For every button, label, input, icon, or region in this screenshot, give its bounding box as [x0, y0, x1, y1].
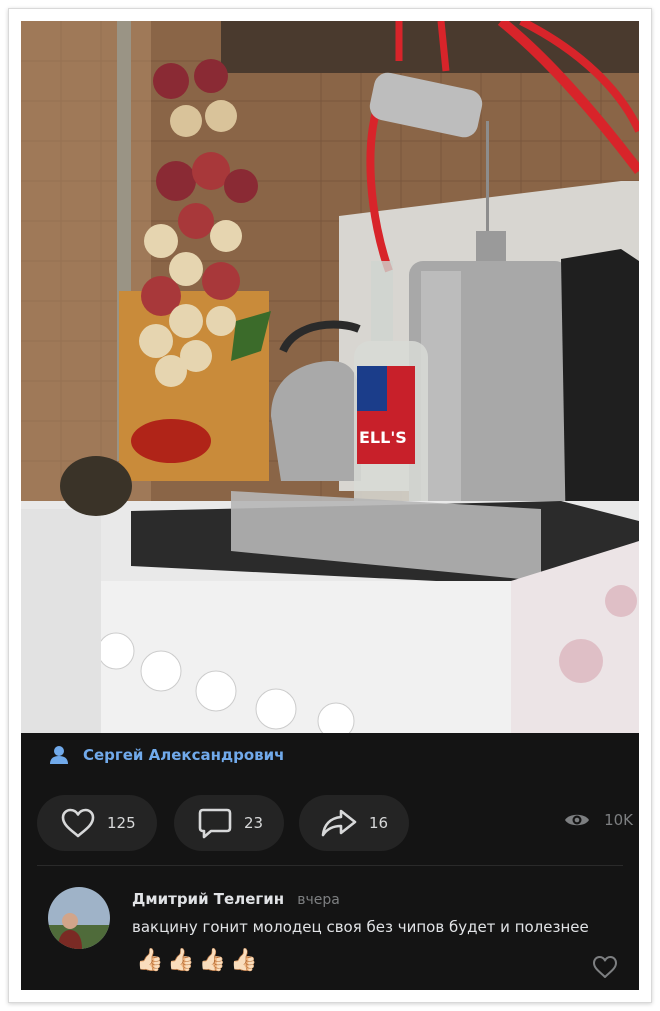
like-count: 125	[107, 814, 136, 832]
bottle-label-text: ELL'S	[359, 428, 407, 447]
share-arrow-icon	[321, 809, 357, 837]
eye-icon	[565, 814, 590, 826]
like-button[interactable]: 125	[37, 795, 157, 851]
share-count: 16	[369, 814, 389, 832]
comment-icon	[198, 808, 232, 839]
avatar[interactable]	[48, 887, 110, 949]
comment-text-block: вакцину гонит молодец своя без чипов буд…	[132, 910, 602, 979]
divider	[37, 865, 623, 866]
share-button[interactable]: 16	[299, 795, 409, 851]
post-photo[interactable]: ELL'S	[21, 21, 639, 733]
comment-author[interactable]: Дмитрий Телегин	[132, 890, 284, 908]
views-counter: 10K	[564, 811, 633, 829]
post-actions: 125 23 16 10K	[37, 795, 633, 851]
comment-text: вакцину гонит молодец своя без чипов буд…	[132, 918, 589, 936]
comment-emoji: 👍🏻👍🏻👍🏻👍🏻	[136, 948, 262, 973]
comment-count: 23	[244, 814, 264, 832]
post-footer: Сергей Александрович 125 23 16 10K Дмитр…	[21, 733, 639, 990]
views-count: 10K	[604, 811, 633, 829]
comment-date: вчера	[297, 892, 340, 908]
comment-button[interactable]: 23	[174, 795, 284, 851]
heart-icon	[61, 808, 95, 838]
comment-body: Дмитрий Телегин вчера вакцину гонит моло…	[132, 889, 602, 979]
person-icon	[50, 746, 68, 764]
post-author-name[interactable]: Сергей Александрович	[83, 746, 284, 764]
heart-outline-icon[interactable]	[592, 955, 618, 979]
post-author[interactable]: Сергей Александрович	[49, 745, 284, 765]
